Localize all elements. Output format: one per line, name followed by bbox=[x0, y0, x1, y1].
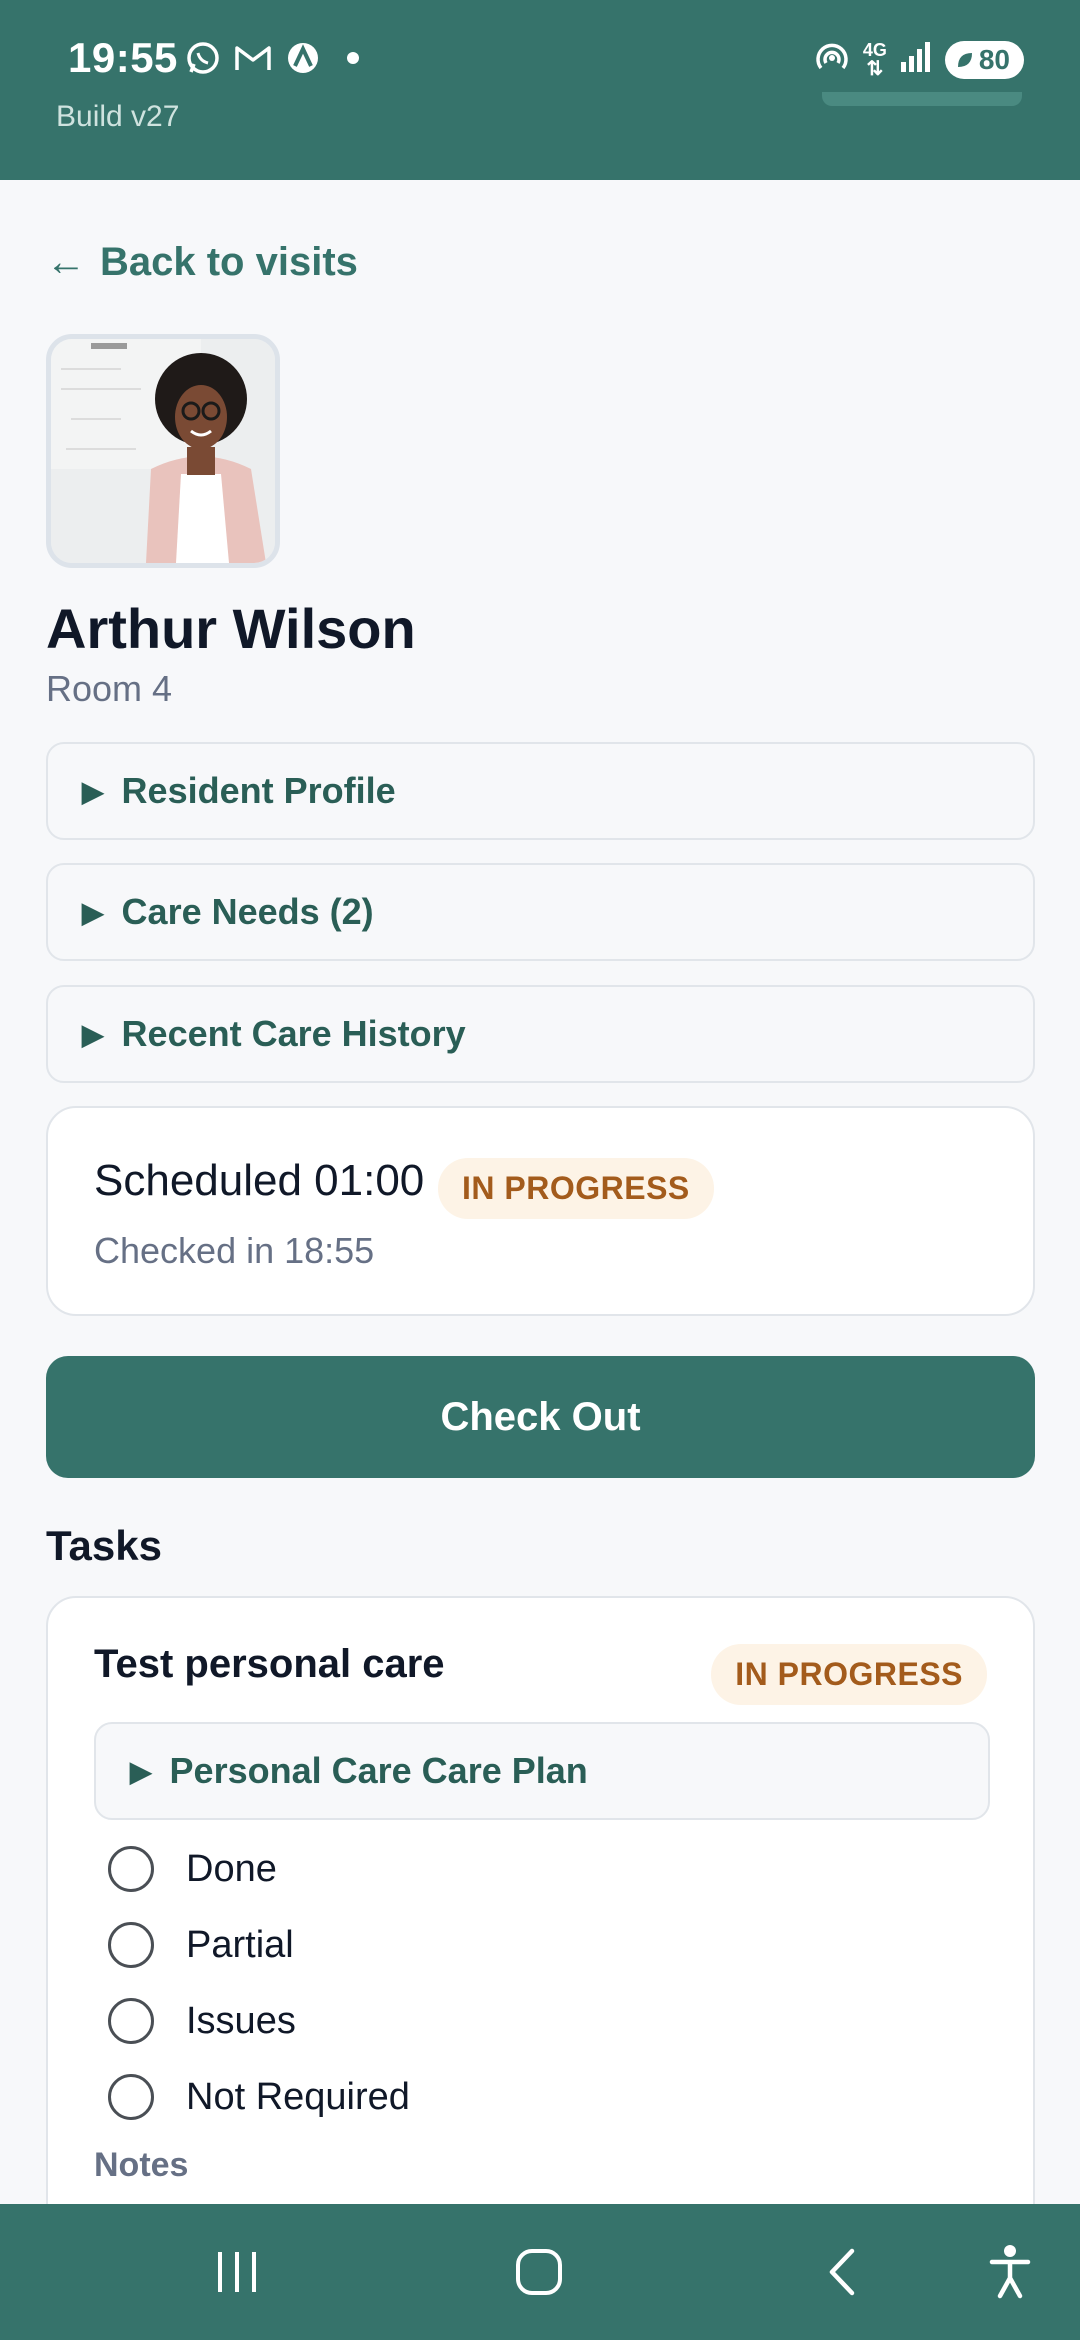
radio-button[interactable] bbox=[108, 1922, 154, 1968]
signal-icon bbox=[899, 40, 933, 79]
radio-button[interactable] bbox=[108, 1846, 154, 1892]
section-label: Recent Care History bbox=[121, 1013, 466, 1054]
section-label: Care Needs (2) bbox=[121, 891, 374, 932]
resident-room: Room 4 bbox=[46, 668, 173, 709]
option-done[interactable]: Done bbox=[108, 1846, 277, 1892]
care-plan-section[interactable]: ▶ Personal Care Care Plan bbox=[94, 1722, 990, 1820]
dot-icon bbox=[333, 38, 373, 78]
option-label: Issues bbox=[186, 1999, 296, 2042]
option-label: Partial bbox=[186, 1923, 294, 1966]
whatsapp-icon bbox=[183, 38, 223, 78]
gmail-icon bbox=[233, 38, 273, 78]
check-out-button[interactable]: Check Out bbox=[46, 1356, 1035, 1478]
status-bar: 19:55 Build v27 4G ⇅ 80 bbox=[0, 0, 1080, 180]
header-handle bbox=[822, 92, 1022, 106]
task-name: Test personal care bbox=[94, 1642, 445, 1686]
notification-icons bbox=[183, 38, 373, 78]
task-status-badge: IN PROGRESS bbox=[711, 1644, 987, 1705]
recent-care-history-section[interactable]: ▶ Recent Care History bbox=[46, 985, 1035, 1083]
option-partial[interactable]: Partial bbox=[108, 1922, 294, 1968]
option-issues[interactable]: Issues bbox=[108, 1998, 296, 2044]
resident-avatar bbox=[46, 334, 280, 568]
arrow-left-icon: ← bbox=[46, 240, 86, 284]
care-needs-section[interactable]: ▶ Care Needs (2) bbox=[46, 863, 1035, 961]
option-label: Not Required bbox=[186, 2075, 410, 2118]
battery-icon: 80 bbox=[944, 40, 1024, 79]
resident-profile-section[interactable]: ▶ Resident Profile bbox=[46, 742, 1035, 840]
hotspot-icon bbox=[813, 38, 851, 81]
expand-triangle-icon: ▶ bbox=[82, 896, 104, 928]
status-time: 19:55 bbox=[68, 34, 178, 81]
scheduled-time: Scheduled 01:00 bbox=[94, 1156, 425, 1205]
radio-button[interactable] bbox=[108, 2074, 154, 2120]
status-badge: IN PROGRESS bbox=[438, 1158, 714, 1219]
accessibility-icon[interactable] bbox=[980, 2242, 1040, 2302]
section-label: Resident Profile bbox=[121, 770, 396, 811]
back-to-visits-link[interactable]: ← Back to visits bbox=[46, 240, 358, 285]
tasks-heading: Tasks bbox=[46, 1522, 162, 1569]
expand-triangle-icon: ▶ bbox=[130, 1755, 152, 1787]
resident-name: Arthur Wilson bbox=[46, 597, 416, 660]
expand-triangle-icon: ▶ bbox=[82, 775, 104, 807]
home-icon[interactable] bbox=[509, 2242, 569, 2302]
care-plan-label: Personal Care Care Plan bbox=[169, 1750, 588, 1791]
app-icon bbox=[283, 38, 323, 78]
option-not-required[interactable]: Not Required bbox=[108, 2074, 410, 2120]
expand-triangle-icon: ▶ bbox=[82, 1018, 104, 1050]
build-label: Build v27 bbox=[56, 100, 180, 133]
system-icons: 4G ⇅ 80 bbox=[813, 38, 1024, 81]
back-label: Back to visits bbox=[100, 240, 358, 284]
radio-button[interactable] bbox=[108, 1998, 154, 2044]
notes-label: Notes bbox=[94, 2146, 189, 2184]
data-arrows-icon: 4G ⇅ bbox=[862, 39, 887, 80]
checked-in-time: Checked in 18:55 bbox=[94, 1230, 375, 1271]
visit-card: Scheduled 01:00 IN PROGRESS Checked in 1… bbox=[46, 1106, 1035, 1316]
back-icon[interactable] bbox=[812, 2242, 872, 2302]
recents-icon[interactable] bbox=[207, 2242, 267, 2302]
system-nav-bar bbox=[0, 2204, 1080, 2340]
option-label: Done bbox=[186, 1847, 277, 1890]
